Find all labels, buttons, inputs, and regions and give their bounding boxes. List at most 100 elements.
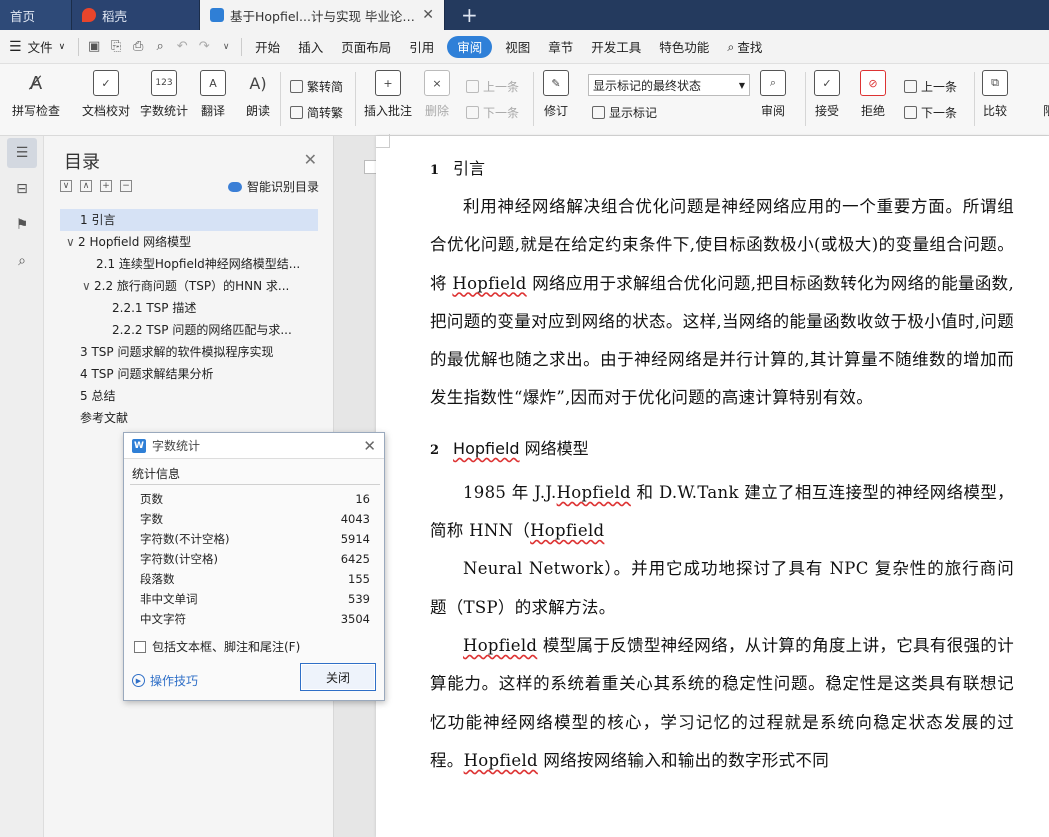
proofread-label: 文档校对 xyxy=(82,104,131,118)
search-button[interactable]: ⌕ 查找 xyxy=(718,30,771,63)
prev-icon xyxy=(466,80,479,93)
word-count-button[interactable]: 123 字数统计 xyxy=(140,70,188,119)
print-preview-icon[interactable]: ⌕ xyxy=(149,36,171,58)
menu-insert[interactable]: 插入 xyxy=(289,30,332,63)
markup-view-select[interactable]: 显示标记的最终状态 ▼ xyxy=(588,74,750,96)
heading-1: 1 引言 xyxy=(430,150,1014,188)
toc-item[interactable]: 4 TSP 问题求解结果分析 xyxy=(60,363,318,385)
toc-item[interactable]: ∨ 2 Hopfield 网络模型 xyxy=(60,231,318,253)
more-icon[interactable]: ∨ xyxy=(215,36,237,58)
restrict-button[interactable]: 限 xyxy=(1036,70,1049,119)
tab-daoke[interactable]: 稻壳 xyxy=(72,0,200,30)
proofread-button[interactable]: ✓ 文档校对 xyxy=(82,70,130,119)
toc-item[interactable]: 3 TSP 问题求解的软件模拟程序实现 xyxy=(60,341,318,363)
toc-item-label: 2 Hopfield 网络模型 xyxy=(78,235,192,249)
toc-tools: ∨ ∧ + − xyxy=(60,180,132,192)
translate-button[interactable]: A 翻译 xyxy=(200,70,226,119)
reject-button[interactable]: ⊘ 拒绝 xyxy=(860,70,886,119)
redo-icon[interactable]: ↷ xyxy=(193,36,215,58)
spell-check-button[interactable]: A̸ 拼写检查 xyxy=(12,70,60,119)
divider xyxy=(355,72,356,126)
menu-review[interactable]: 审阅 xyxy=(447,35,493,58)
tips-link[interactable]: ▶ 操作技巧 xyxy=(132,672,198,689)
toc-item[interactable]: 1 引言 xyxy=(60,209,318,231)
menu-layout[interactable]: 页面布局 xyxy=(332,30,400,63)
remove-heading-icon[interactable]: − xyxy=(120,180,132,192)
document-page[interactable]: 1 引言 利用神经网络解决组合优化问题是神经网络应用的一个重要方面。所谓组合优化问… xyxy=(376,134,1049,837)
export-icon[interactable]: ⎘ xyxy=(105,36,127,58)
smart-toc-label: 智能识别目录 xyxy=(246,180,319,194)
close-button[interactable]: 关闭 xyxy=(300,663,376,691)
prev-change-button[interactable]: 上一条 xyxy=(904,78,957,95)
stat-label: 字数 xyxy=(140,512,163,526)
undo-icon[interactable]: ↶ xyxy=(171,36,193,58)
hamburger-icon: ☰ xyxy=(9,38,22,55)
menu-special[interactable]: 特色功能 xyxy=(650,30,718,63)
bookmark-icon[interactable]: ⚑ xyxy=(11,214,33,236)
print-icon[interactable]: ⎙ xyxy=(127,36,149,58)
save-icon[interactable]: ▣ xyxy=(83,36,105,58)
add-heading-icon[interactable]: + xyxy=(100,180,112,192)
close-icon[interactable]: ✕ xyxy=(422,7,434,23)
restrict-label: 限 xyxy=(1042,104,1049,118)
new-tab-button[interactable]: + xyxy=(445,0,494,30)
compare-button[interactable]: ⧉ 比较 xyxy=(982,70,1008,119)
prev-label: 上一条 xyxy=(483,80,520,94)
delete-comment-icon: × xyxy=(424,70,450,96)
tab-document[interactable]: 基于Hopfiel...计与实现 毕业论文个 ✕ xyxy=(200,0,445,30)
next-change-button[interactable]: 下一条 xyxy=(904,104,957,121)
close-icon[interactable]: ✕ xyxy=(304,150,317,169)
menu-chapter[interactable]: 章节 xyxy=(539,30,582,63)
chevron-down-icon[interactable]: ∨ xyxy=(82,275,94,297)
review-ribbon: A̸ 拼写检查 ✓ 文档校对 123 字数统计 A 翻译 A) 朗读 繁转简 简… xyxy=(0,64,1049,136)
text-run-misspelled: Hopfield xyxy=(463,750,538,770)
delete-comment-button[interactable]: × 删除 xyxy=(424,70,450,119)
menu-devtools[interactable]: 开发工具 xyxy=(582,30,650,63)
menu-start[interactable]: 开始 xyxy=(246,30,289,63)
menu-view[interactable]: 视图 xyxy=(496,30,539,63)
toc-item[interactable]: ∨ 2.2 旅行商问题（TSP）的HNN 求... xyxy=(60,275,318,297)
simp-to-trad-button[interactable]: 简转繁 xyxy=(290,104,343,121)
review-pane-button[interactable]: ⌕ 审阅 xyxy=(760,70,786,119)
stat-value: 5914 xyxy=(340,532,370,546)
toc-item[interactable]: 5 总结 xyxy=(60,385,318,407)
trad-label: 繁转简 xyxy=(307,80,344,94)
tab-daoke-label: 稻壳 xyxy=(102,8,128,24)
trad-to-simp-button[interactable]: 繁转简 xyxy=(290,78,343,95)
convert-icon xyxy=(290,80,303,93)
translate-icon: A xyxy=(200,70,226,96)
delete-comment-label: 删除 xyxy=(424,104,449,118)
show-markup-button[interactable]: 显示标记 xyxy=(592,104,657,121)
toc-item[interactable]: 2.1 连续型Hopfield神经网络模型结... xyxy=(60,253,318,275)
next-comment-button[interactable]: 下一条 xyxy=(466,104,519,121)
tab-home[interactable]: 首页 xyxy=(0,0,72,30)
read-aloud-button[interactable]: A) 朗读 xyxy=(245,70,271,119)
menu-reference[interactable]: 引用 xyxy=(400,30,443,63)
prev-comment-button[interactable]: 上一条 xyxy=(466,78,519,95)
checkbox-box[interactable] xyxy=(134,640,146,653)
revise-label: 修订 xyxy=(543,104,568,118)
collapse-all-icon[interactable]: ∨ xyxy=(60,180,72,192)
navigation-icon[interactable]: ⊟ xyxy=(11,178,33,200)
text-run: Neural Network）。并用它成功地探讨了具有 NPC 复杂性的旅行商问… xyxy=(430,559,1014,617)
menu-label: 特色功能 xyxy=(659,40,710,55)
smart-toc-button[interactable]: 智能识别目录 xyxy=(227,178,319,195)
text-run: 1985 年 J.J. xyxy=(463,482,557,502)
toc-item[interactable]: 2.2.2 TSP 问题的网络匹配与求... xyxy=(60,319,318,341)
comment-icon: + xyxy=(375,70,401,96)
search-icon[interactable]: ⌕ xyxy=(11,250,33,272)
toc-item[interactable]: 参考文献 xyxy=(60,407,318,429)
close-icon[interactable]: ✕ xyxy=(363,437,376,455)
file-menu[interactable]: ☰ 文件 ∨ xyxy=(0,30,74,63)
accept-button[interactable]: ✓ 接受 xyxy=(814,70,840,119)
toc-item[interactable]: 2.2.1 TSP 描述 xyxy=(60,297,318,319)
insert-comment-button[interactable]: + 插入批注 xyxy=(364,70,412,119)
wps-logo-icon: W xyxy=(132,438,146,453)
chevron-down-icon: ∨ xyxy=(58,41,66,52)
chevron-down-icon[interactable]: ∨ xyxy=(66,231,78,253)
paragraph: 利用神经网络解决组合优化问题是神经网络应用的一个重要方面。所谓组合优化问题,就是… xyxy=(430,188,1014,418)
revise-button[interactable]: ✎ 修订 xyxy=(543,70,569,119)
toc-panel-icon[interactable]: ☰ xyxy=(7,138,37,168)
expand-all-icon[interactable]: ∧ xyxy=(80,180,92,192)
include-footnotes-checkbox[interactable]: 包括文本框、脚注和尾注(F) xyxy=(134,638,300,655)
